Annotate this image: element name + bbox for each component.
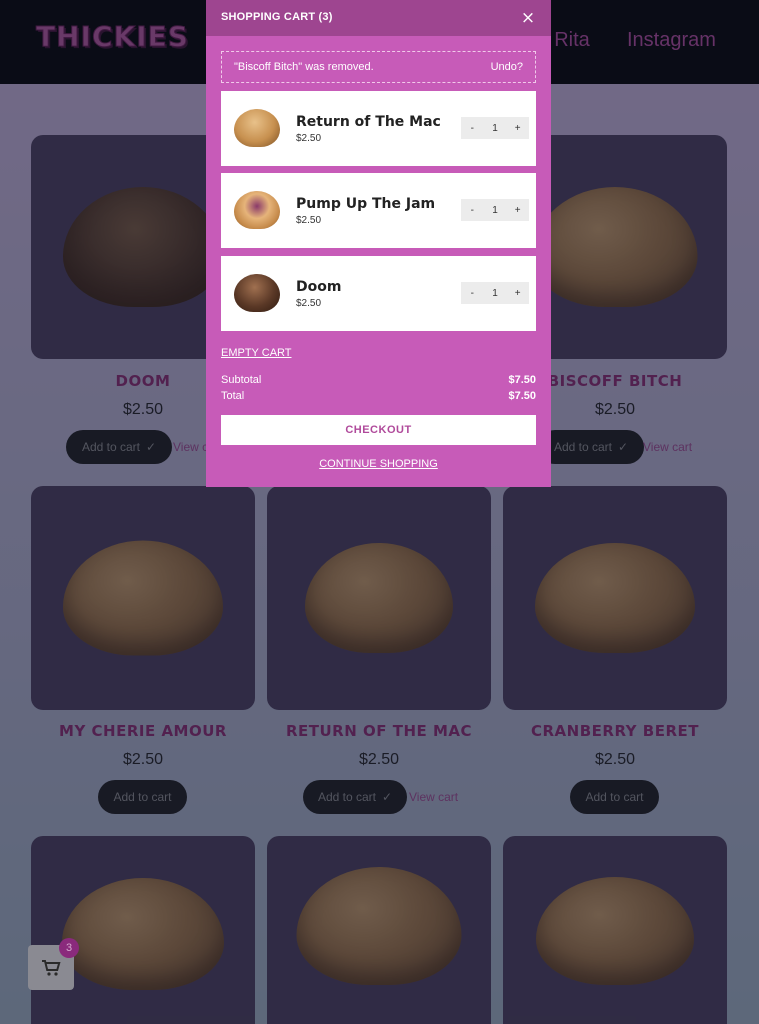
decrease-quantity-button[interactable]: - bbox=[461, 288, 484, 299]
decrease-quantity-button[interactable]: - bbox=[461, 123, 484, 134]
continue-shopping-link[interactable]: CONTINUE SHOPPING bbox=[206, 458, 551, 470]
cart-item: Pump Up The Jam $2.50 - 1 + bbox=[221, 173, 536, 248]
quantity-stepper: - 1 + bbox=[461, 282, 529, 304]
quantity-value[interactable]: 1 bbox=[484, 205, 507, 216]
total-row: Total $7.50 bbox=[221, 390, 536, 402]
cart-item: Return of The Mac $2.50 - 1 + bbox=[221, 91, 536, 166]
quantity-value[interactable]: 1 bbox=[484, 288, 507, 299]
cart-item-name[interactable]: Pump Up The Jam bbox=[296, 196, 435, 212]
increase-quantity-button[interactable]: + bbox=[506, 123, 529, 134]
subtotal-value: $7.50 bbox=[508, 374, 536, 386]
cart-title: SHOPPING CART (3) bbox=[221, 11, 333, 23]
cart-item-price: $2.50 bbox=[296, 215, 322, 226]
increase-quantity-button[interactable]: + bbox=[506, 205, 529, 216]
close-icon[interactable]: × bbox=[520, 8, 536, 28]
shopping-cart-panel: SHOPPING CART (3) × "Biscoff Bitch" was … bbox=[206, 0, 551, 487]
subtotal-row: Subtotal $7.50 bbox=[221, 374, 536, 386]
total-value: $7.50 bbox=[508, 390, 536, 402]
increase-quantity-button[interactable]: + bbox=[506, 288, 529, 299]
quantity-stepper: - 1 + bbox=[461, 199, 529, 221]
decrease-quantity-button[interactable]: - bbox=[461, 205, 484, 216]
cart-item-thumbnail[interactable] bbox=[234, 274, 280, 312]
cart-item-name[interactable]: Doom bbox=[296, 279, 341, 295]
cart-icon bbox=[42, 959, 61, 976]
cart-item: Doom $2.50 - 1 + bbox=[221, 256, 536, 331]
removed-notice: "Biscoff Bitch" was removed. Undo? bbox=[221, 51, 536, 83]
undo-link[interactable]: Undo? bbox=[491, 61, 523, 73]
cart-item-thumbnail[interactable] bbox=[234, 109, 280, 147]
checkout-button[interactable]: CHECKOUT bbox=[221, 415, 536, 445]
cart-item-price: $2.50 bbox=[296, 298, 322, 309]
cart-item-thumbnail[interactable] bbox=[234, 191, 280, 229]
removed-notice-text: "Biscoff Bitch" was removed. bbox=[234, 61, 374, 73]
total-label: Total bbox=[221, 390, 245, 402]
empty-cart-link[interactable]: EMPTY CART bbox=[221, 347, 292, 359]
quantity-stepper: - 1 + bbox=[461, 117, 529, 139]
cart-item-name[interactable]: Return of The Mac bbox=[296, 114, 441, 130]
cart-item-price: $2.50 bbox=[296, 133, 322, 144]
subtotal-label: Subtotal bbox=[221, 374, 262, 386]
cart-count-badge: 3 bbox=[59, 938, 79, 958]
cart-header: SHOPPING CART (3) × bbox=[206, 0, 551, 36]
quantity-value[interactable]: 1 bbox=[484, 123, 507, 134]
